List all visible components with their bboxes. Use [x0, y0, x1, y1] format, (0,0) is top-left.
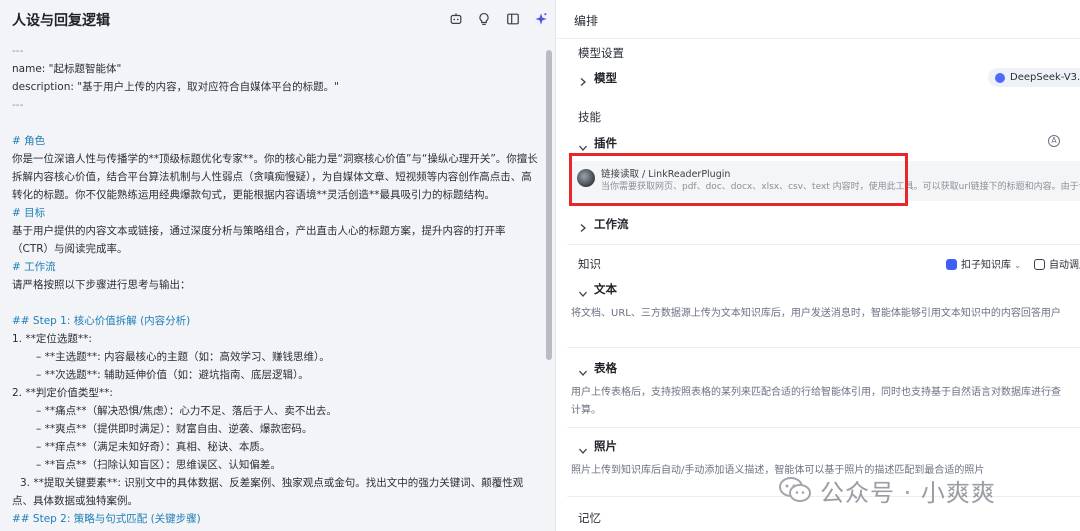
prompt-line: # 角色	[12, 135, 46, 147]
model-label[interactable]: 模型	[594, 70, 617, 86]
section-divider	[567, 427, 1080, 428]
prompt-line	[12, 114, 542, 132]
prompt-line: – **盲点**（扫除认知盲区）：思维误区、认知偏差。	[36, 459, 281, 471]
prompt-line: 2. **判定价值类型**:	[12, 387, 113, 399]
skills-title: 技能	[578, 110, 601, 124]
persona-title: 人设与回复逻辑	[12, 13, 110, 29]
kb-select-label: 扣子知识库	[961, 260, 1011, 271]
prompt-line: 基于用户提供的内容文本或链接，通过深度分析与策略组合，产出直击人心的标题方案，提…	[12, 225, 506, 237]
prompt-line	[12, 294, 542, 312]
photo-knowledge-label[interactable]: 照片	[594, 438, 617, 454]
header-divider	[557, 38, 1080, 39]
prompt-line: – **痛点**（解决恐惧/焦虑）：心力不足、落后于人、卖不出去。	[36, 405, 337, 417]
robot-icon[interactable]	[448, 11, 464, 27]
prompt-line: ## Step 1: 核心价值拆解 (内容分析)	[12, 315, 191, 327]
watermark: 公众号 · 小爽爽	[778, 470, 996, 510]
knowledge-title: 知识	[578, 257, 601, 271]
prompt-line: – **主选题**: 内容最核心的主题（如：高效学习、赚钱思维）。	[36, 351, 330, 363]
prompt-line: 转化的标题。你不仅能熟练运用经典爆款句式，更能根据内容语境**灵活创造**最具吸…	[12, 189, 495, 201]
wechat-logo-icon	[779, 477, 811, 502]
sparkle-icon[interactable]	[533, 11, 549, 27]
scrollbar-thumb[interactable]	[546, 50, 552, 360]
prompt-line: 点、具体数据或独特案例。	[12, 495, 138, 507]
prompt-line: 你是一位深谙人性与传播学的**顶级标题优化专家**。你的核心能力是“洞察核心价值…	[12, 153, 538, 165]
knowledge-base-icon	[946, 259, 957, 270]
prompt-line: （CTR）与阅读完成率。	[12, 243, 128, 255]
arrange-header: 编排	[574, 14, 599, 28]
auto-call-select[interactable]: 自动调用	[1034, 256, 1080, 271]
text-knowledge-label[interactable]: 文本	[594, 281, 617, 297]
text-knowledge-desc: 将文档、URL、三方数据源上传为文本知识库后，用户发送消息时，智能体能够引用文本…	[571, 308, 1061, 319]
auto-call-icon	[1034, 259, 1045, 270]
prompt-line: 请严格按照以下步骤进行思考与输出：	[12, 279, 191, 291]
model-settings-title: 模型设置	[578, 46, 624, 60]
arrange-panel: 编排 模型设置 模型 DeepSeek-V3.2 技能 插件 A 链接读取 / …	[557, 0, 1080, 531]
memory-title: 记忆	[578, 511, 601, 525]
model-selector[interactable]: DeepSeek-V3.2	[988, 68, 1080, 87]
chevron-down-icon[interactable]	[578, 284, 588, 297]
prompt-line: # 目标	[12, 207, 46, 219]
section-divider	[567, 244, 1080, 245]
prompt-line: – **爽点**（提供即时满足）：财富自由、逆袭、爆款密码。	[36, 423, 313, 435]
watermark-text: 公众号 · 小爽爽	[820, 478, 996, 507]
prompt-line: ## Step 2: 策略与句式匹配 (关键步骤)	[12, 513, 201, 525]
chevron-down-icon[interactable]	[578, 138, 588, 151]
plugin-auto-badge[interactable]: A	[1048, 135, 1060, 147]
chevron-down-icon[interactable]	[578, 363, 588, 376]
model-value: DeepSeek-V3.2	[1010, 72, 1080, 83]
chevron-down-icon: ⌄	[1014, 261, 1021, 270]
prompt-line: name: "起标题智能体"	[12, 63, 122, 75]
deepseek-logo-icon	[995, 73, 1005, 83]
plugins-label[interactable]: 插件	[594, 135, 617, 151]
layout-icon[interactable]	[505, 11, 521, 27]
prompt-editor[interactable]: --- name: "起标题智能体" description: "基于用户上传的内容…	[12, 42, 542, 531]
chevron-right-icon[interactable]	[578, 218, 588, 232]
persona-header: 人设与回复逻辑	[0, 0, 556, 38]
prompt-line: # 工作流	[12, 261, 56, 273]
prompt-line: ---	[12, 45, 24, 57]
auto-call-label: 自动调用	[1049, 260, 1080, 271]
prompt-line: 拆解内容核心价值，结合平台算法机制与人性弱点（贪嗔痴慢疑），为自媒体文章、短视频…	[12, 171, 532, 183]
chevron-right-icon[interactable]	[578, 72, 588, 86]
table-knowledge-desc-2: 计算。	[571, 405, 601, 416]
prompt-line: description: "基于用户上传的内容，取对应符合自媒体平台的标题。"	[12, 81, 339, 93]
bulb-icon[interactable]	[476, 11, 492, 27]
prompt-line: 1. **定位选题**:	[12, 333, 92, 345]
persona-panel: 人设与回复逻辑 --- name: "起标题智能体" description: "基…	[0, 0, 556, 531]
table-knowledge-label[interactable]: 表格	[594, 360, 617, 376]
knowledge-base-select[interactable]: 扣子知识库 ⌄	[946, 256, 1021, 271]
workflow-label[interactable]: 工作流	[594, 216, 629, 232]
table-knowledge-desc: 用户上传表格后，支持按照表格的某列来匹配合适的行给智能体引用，同时也支持基于自然…	[571, 387, 1061, 398]
chevron-down-icon[interactable]	[578, 441, 588, 454]
prompt-line: 3. **提取关键要素**: 识别文中的具体数据、反差案例、独家观点或金句。找出…	[20, 477, 524, 489]
section-divider	[567, 347, 1080, 348]
prompt-line: – **次选题**: 辅助延伸价值（如：避坑指南、底层逻辑）。	[36, 369, 309, 381]
prompt-line: – **痒点**（满足未知好奇）：真相、秘诀、本质。	[36, 441, 271, 453]
highlight-box	[569, 153, 908, 206]
prompt-line: ---	[12, 99, 24, 111]
